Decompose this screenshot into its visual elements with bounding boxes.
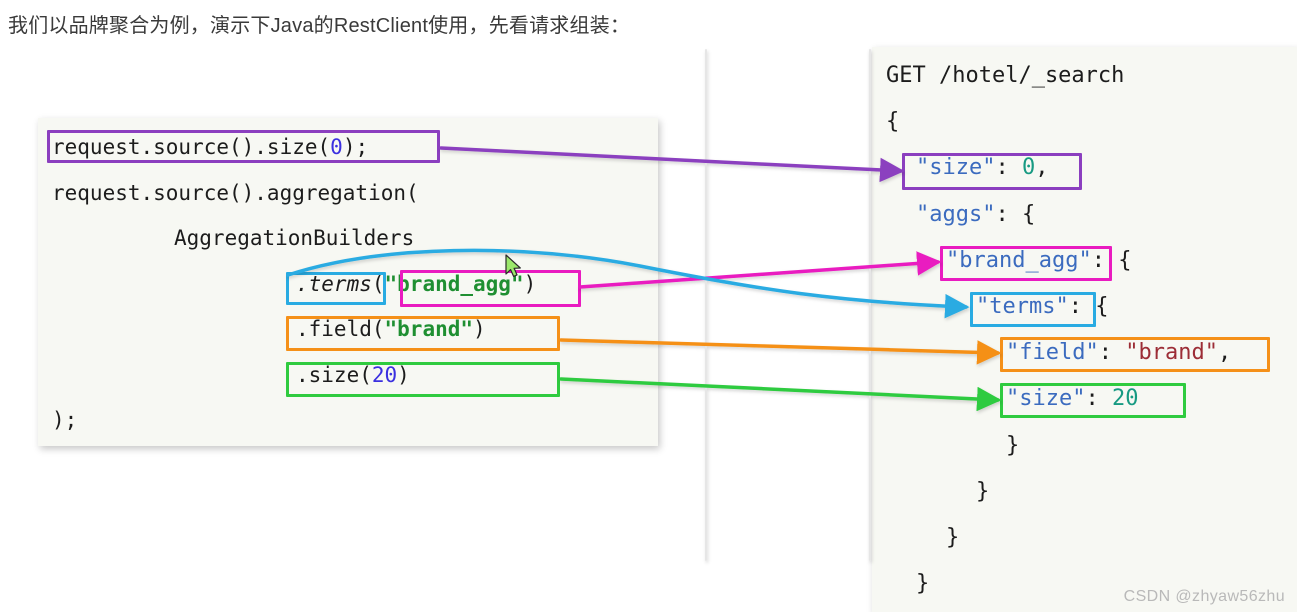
code-line: GET /hotel/_search	[886, 65, 1124, 87]
code-token: :	[1085, 386, 1112, 412]
code-line: .field("brand")	[296, 318, 486, 340]
code-token: : {	[995, 201, 1036, 227]
code-line: request.source().size(0);	[52, 136, 368, 158]
screenshot-root: 我们以品牌聚合为例，演示下Java的RestClient使用，先看请求组装： r…	[0, 0, 1297, 612]
code-line: "terms": {	[976, 296, 1108, 318]
code-token: : {	[1091, 247, 1132, 273]
json-request-panel: GET /hotel/_search{"size": 0, "aggs": {"b…	[872, 47, 1297, 612]
code-line: "field": "brand",	[1006, 342, 1231, 364]
code-token: "brand"	[384, 317, 474, 341]
code-token: request.source().size(	[52, 135, 331, 159]
code-token: 0	[1021, 155, 1036, 181]
code-line: AggregationBuilders	[174, 227, 414, 249]
code-token: )	[397, 362, 410, 387]
code-token: "size"	[1006, 386, 1086, 412]
code-token: GET /hotel/_search	[886, 63, 1125, 88]
code-token: 0	[330, 135, 343, 159]
code-line: "aggs": {	[916, 201, 1036, 227]
code-token: );	[52, 408, 78, 432]
code-token: .terms	[296, 271, 372, 296]
code-line: .terms("brand_agg")	[296, 273, 536, 295]
code-token: "size"	[916, 155, 996, 181]
code-token: "field"	[1006, 340, 1099, 366]
code-line: "brand_agg": {	[946, 247, 1132, 273]
code-token: )	[523, 271, 537, 296]
code-token: :	[995, 155, 1022, 181]
code-line: {	[886, 111, 899, 133]
code-token: }	[976, 478, 990, 504]
page-caption: 我们以品牌聚合为例，演示下Java的RestClient使用，先看请求组装：	[8, 15, 631, 37]
code-line: }	[916, 573, 929, 595]
code-line: }	[946, 527, 959, 549]
code-token: .field(	[296, 317, 385, 341]
code-token: }	[916, 571, 930, 597]
java-code-panel: request.source().size(0); request.source(…	[38, 118, 658, 446]
code-token: : {	[1068, 294, 1109, 319]
code-line: );	[52, 409, 77, 431]
code-line: }	[976, 478, 990, 504]
code-token: )	[473, 317, 486, 341]
code-token: AggregationBuilders	[174, 226, 415, 250]
csdn-watermark: CSDN @zhyaw56zhu	[1123, 588, 1285, 605]
code-token: 20	[1111, 386, 1139, 412]
code-line: "size": 0,	[916, 157, 1048, 179]
code-token: "aggs"	[916, 201, 996, 227]
code-line: .size(20)	[296, 364, 410, 386]
code-token: );	[342, 135, 369, 159]
code-token: }	[1006, 432, 1020, 458]
code-line: request.source().aggregation(	[52, 182, 419, 204]
code-token: .size(	[296, 362, 372, 387]
code-token: "terms"	[976, 294, 1069, 319]
code-token: ,	[1035, 155, 1049, 181]
code-line: }	[1006, 432, 1020, 458]
code-token: }	[946, 525, 960, 550]
code-token: request.source().aggregation(	[52, 180, 419, 205]
code-line: "size": 20	[1006, 388, 1138, 410]
code-token: "brand_agg"	[946, 247, 1092, 273]
code-token: :	[1098, 340, 1126, 366]
code-token: (	[371, 271, 385, 296]
code-token: ,	[1217, 340, 1232, 366]
code-token: {	[886, 109, 900, 135]
code-token: "brand_agg"	[384, 271, 524, 296]
code-token: "brand"	[1125, 340, 1218, 366]
code-token: 20	[371, 362, 398, 387]
